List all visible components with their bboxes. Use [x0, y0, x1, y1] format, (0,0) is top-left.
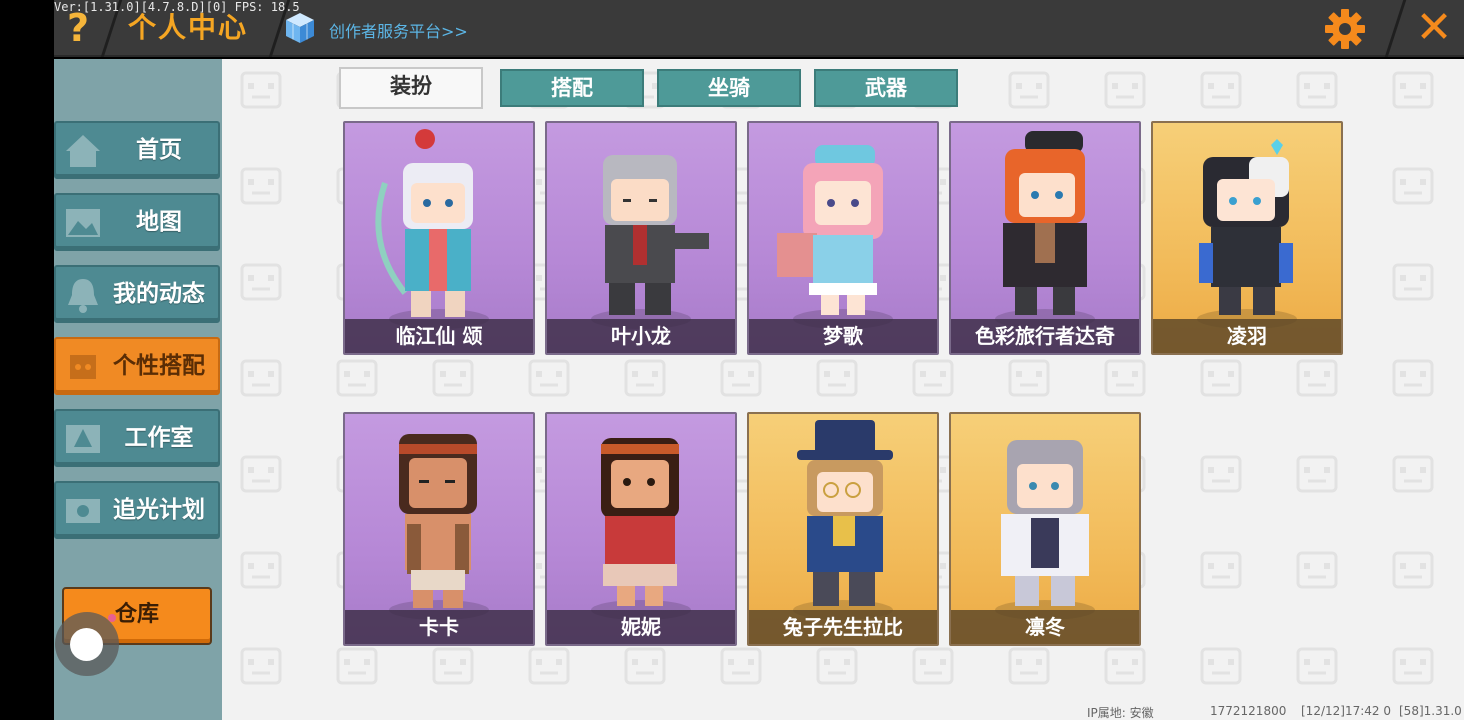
skin-card[interactable]: 凛冬	[949, 412, 1141, 646]
skin-name: 叶小龙	[611, 324, 671, 348]
skin-name: 临江仙 颂	[395, 324, 483, 348]
topbar-divider	[1384, 0, 1407, 57]
sidebar-item-label: 地图	[136, 209, 182, 235]
skin-card[interactable]: 色彩旅行者达奇	[949, 121, 1141, 355]
tab-mount[interactable]: 坐骑	[657, 69, 801, 107]
skin-card[interactable]: 兔子先生拉比	[747, 412, 939, 646]
skin-card[interactable]: 卡卡	[343, 412, 535, 646]
skin-name: 色彩旅行者达奇	[975, 324, 1115, 348]
tab-outfit-set[interactable]: 搭配	[500, 69, 644, 107]
ip-location: IP属地: 安徽	[1087, 706, 1154, 720]
gear-icon[interactable]	[1324, 8, 1366, 50]
debug-info: Ver:[1.31.0][4.7.8.D][0] FPS: 18.5	[54, 0, 300, 14]
sidebar-item-studio[interactable]: 工作室	[54, 409, 220, 467]
sidebar-item-label: 追光计划	[113, 497, 205, 523]
character-icon	[70, 355, 96, 379]
skin-name: 梦歌	[823, 324, 863, 348]
tab-costume[interactable]: 装扮	[339, 67, 483, 109]
sidebar-item-home[interactable]: 首页	[54, 121, 220, 179]
left-black-strip	[0, 0, 54, 720]
sidebar-item-map[interactable]: 地图	[54, 193, 220, 251]
skin-name: 凌羽	[1227, 324, 1267, 348]
user-id: 1772121800	[1210, 704, 1287, 718]
house-icon	[66, 135, 100, 167]
sidebar-item-label: 工作室	[124, 425, 194, 451]
sidebar-item-spotlight[interactable]: 追光计划	[54, 481, 220, 539]
ticket-icon	[66, 499, 100, 523]
timestamp: [12/12]17:42 0	[1301, 704, 1391, 718]
skin-card[interactable]: 梦歌	[747, 121, 939, 355]
tree-icon	[66, 425, 100, 453]
close-icon[interactable]: ✕	[1412, 6, 1456, 50]
sidebar-item-label: 首页	[136, 137, 182, 163]
skin-card[interactable]: 叶小龙	[545, 121, 737, 355]
sidebar-item-activity[interactable]: 我的动态	[54, 265, 220, 323]
sidebar-item-outfit[interactable]: 个性搭配	[54, 337, 220, 395]
sidebar-item-label: 我的动态	[113, 281, 205, 307]
app-window: ? 个人中心 创作者服务平台>> ✕ Ver:[1.31.0][4.7.8.D]…	[0, 0, 1464, 720]
bell-icon	[68, 279, 98, 313]
skin-card[interactable]: 凌羽	[1151, 121, 1343, 355]
skin-name: 兔子先生拉比	[783, 615, 903, 639]
tab-weapon[interactable]: 武器	[814, 69, 958, 107]
skin-card[interactable]: 临江仙 颂	[343, 121, 535, 355]
notification-dot	[108, 614, 116, 622]
skin-name: 凛冬	[1025, 615, 1065, 639]
skin-card[interactable]: 妮妮	[545, 412, 737, 646]
skin-name: 卡卡	[419, 615, 459, 639]
version-info: [58]1.31.0	[1399, 704, 1462, 718]
skin-name: 妮妮	[621, 615, 661, 639]
main-content: 装扮 搭配 坐骑 武器 临江仙 颂 叶小龙 梦歌 色彩旅行者达奇 凌羽 卡卡 妮…	[222, 59, 1464, 720]
sidebar-item-label: 个性搭配	[113, 353, 205, 379]
cube-icon[interactable]	[284, 11, 316, 45]
picture-icon	[66, 209, 100, 237]
creator-platform-link[interactable]: 创作者服务平台>>	[329, 18, 468, 42]
